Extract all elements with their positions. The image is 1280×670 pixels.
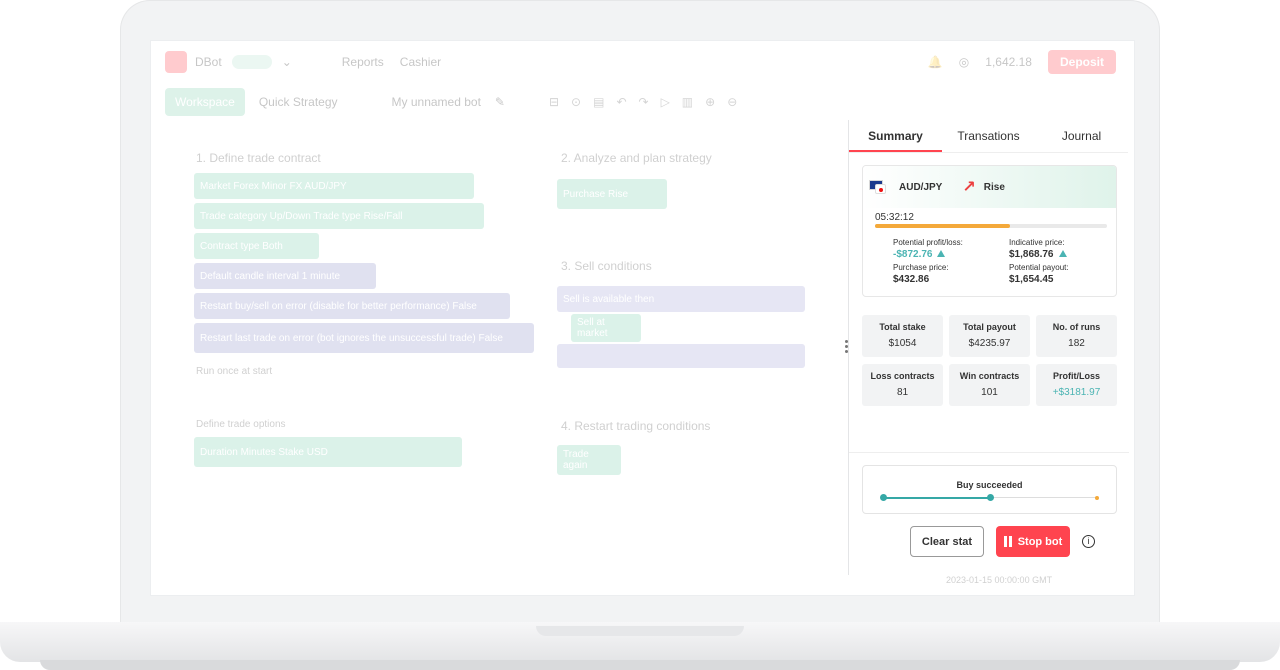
purchase-price-label: Purchase price:: [893, 263, 949, 272]
sell-block-footer: [557, 344, 805, 368]
laptop-notch: [536, 626, 744, 636]
chart-icon[interactable]: ▥: [682, 95, 693, 109]
save-icon[interactable]: ▤: [593, 95, 604, 109]
reset-icon[interactable]: ⊙: [571, 95, 581, 109]
indicative-price-value: $1,868.76: [1009, 249, 1113, 260]
duration-block[interactable]: Duration Minutes Stake USD: [194, 437, 462, 467]
toolbar-icons: ⊟ ⊙ ▤ ↶ ↷ ▷ ▥ ⊕ ⊖: [549, 95, 737, 109]
sell-at-market-block[interactable]: Sell at market: [571, 314, 641, 342]
undo-icon[interactable]: ↶: [616, 95, 626, 109]
tab-journal[interactable]: Journal: [1035, 120, 1128, 152]
block-title-analyze: 2. Analyze and plan strategy: [561, 151, 712, 165]
candle-interval-block[interactable]: Default candle interval 1 minute: [194, 263, 376, 289]
clear-stat-button[interactable]: Clear stat: [910, 526, 984, 557]
globe-icon[interactable]: ◎: [959, 55, 969, 69]
up-triangle-icon: [937, 250, 946, 257]
stats-grid: Total stake $1054 Total payout $4235.97 No…: [862, 315, 1118, 406]
beta-badge: [231, 55, 272, 69]
footer-timestamp: 2023-01-15 00:00:00 GMT: [946, 575, 1053, 585]
bot-name-field[interactable]: My unnamed bot: [392, 95, 481, 109]
rise-arrow-icon: ↗: [962, 179, 976, 196]
workspace-toolbar: Workspace Quick Strategy My unnamed bot …: [165, 87, 737, 117]
block-title-sell: 3. Sell conditions: [561, 259, 652, 273]
status-step-dot: [987, 494, 994, 501]
status-track: [880, 494, 1099, 501]
potential-profit-value: -$872.76: [893, 249, 1009, 260]
dbot-logo-icon: [165, 51, 187, 73]
stat-total-payout: Total payout $4235.97: [949, 315, 1030, 357]
block-title-define-trade: 1. Define trade contract: [196, 151, 321, 165]
block-title-restart: 4. Restart trading conditions: [561, 419, 711, 433]
potential-payout-label: Potential payout:: [1009, 263, 1069, 272]
potential-payout-value: $1,654.45: [1009, 274, 1054, 285]
edit-icon[interactable]: ✎: [495, 95, 505, 109]
purchase-block[interactable]: Purchase Rise: [557, 179, 667, 209]
app-name: DBot: [195, 55, 222, 69]
contract-details: Potential profit/loss: -$872.76 Indicati…: [893, 238, 1113, 285]
restart-on-error-block[interactable]: Restart buy/sell on error (disable for b…: [194, 293, 510, 319]
stat-profit-loss: Profit/Loss +$3181.97: [1036, 364, 1117, 406]
nav-reports[interactable]: Reports: [342, 55, 384, 69]
contract-progress-bar: [875, 224, 1107, 228]
import-icon[interactable]: ⊟: [549, 95, 559, 109]
contract-card[interactable]: AUD/JPY ↗ Rise 05:32:12 Potential profit…: [862, 165, 1117, 297]
potential-profit-label: Potential profit/loss:: [893, 238, 963, 247]
contract-type-block[interactable]: Contract type Both: [194, 233, 319, 259]
balance[interactable]: 1,642.18: [985, 55, 1032, 69]
contract-symbol: AUD/JPY: [899, 181, 943, 193]
deposit-button[interactable]: Deposit: [1047, 50, 1116, 74]
run-icon[interactable]: ▷: [661, 95, 670, 109]
stat-loss-contracts: Loss contracts 81: [862, 364, 943, 406]
purchase-price-value: $432.86: [893, 274, 930, 285]
stat-runs: No. of runs 182: [1036, 315, 1117, 357]
status-step-dot: [1095, 495, 1099, 500]
stat-win-contracts: Win contracts 101: [949, 364, 1030, 406]
run-panel: Summary Transations Journal AUD/JPY ↗ Ri…: [848, 120, 1129, 575]
panel-divider: [849, 452, 1129, 453]
zoom-out-icon[interactable]: ⊖: [727, 95, 737, 109]
aud-jpy-flag-icon: [869, 180, 889, 194]
contract-direction: Rise: [983, 181, 1005, 193]
status-step-dot: [880, 494, 887, 501]
panel-actions: Clear stat Stop bot i: [910, 526, 1095, 557]
stat-total-stake: Total stake $1054: [862, 315, 943, 357]
bot-status-box: Buy succeeded: [862, 465, 1117, 514]
info-icon[interactable]: i: [1082, 535, 1095, 548]
nav-cashier[interactable]: Cashier: [400, 55, 441, 69]
contract-header: AUD/JPY ↗ Rise: [863, 166, 1116, 208]
panel-tabs: Summary Transations Journal: [849, 120, 1128, 153]
market-block[interactable]: Market Forex Minor FX AUD/JPY: [194, 173, 474, 199]
bell-icon[interactable]: 🔔: [928, 55, 943, 69]
zoom-in-icon[interactable]: ⊕: [705, 95, 715, 109]
trade-options-label: Define trade options: [196, 419, 286, 430]
quick-strategy-button[interactable]: Quick Strategy: [259, 95, 338, 109]
run-once-label: Run once at start: [196, 366, 273, 377]
tab-transactions[interactable]: Transations: [942, 120, 1035, 152]
redo-icon[interactable]: ↷: [639, 95, 649, 109]
stop-bot-button[interactable]: Stop bot: [996, 526, 1070, 557]
trade-type-block[interactable]: Trade category Up/Down Trade type Rise/F…: [194, 203, 484, 229]
top-bar: DBot ⌄ Reports Cashier 🔔 ◎ 1,642.18 Depo…: [151, 41, 1134, 83]
restart-last-trade-block[interactable]: Restart last trade on error (bot ignores…: [194, 323, 534, 353]
sell-available-block[interactable]: Sell is available then: [557, 286, 805, 312]
chevron-down-icon[interactable]: ⌄: [282, 55, 292, 69]
contract-timer: 05:32:12: [875, 212, 914, 223]
trade-again-block[interactable]: Trade again: [557, 445, 621, 475]
pause-icon: [1003, 536, 1012, 547]
indicative-price-label: Indicative price:: [1009, 238, 1065, 247]
laptop-foot: [40, 660, 1240, 670]
workspace-button[interactable]: Workspace: [165, 88, 245, 116]
tab-summary[interactable]: Summary: [849, 120, 942, 152]
up-triangle-icon: [1058, 250, 1067, 257]
contract-progress-fill: [875, 224, 1010, 228]
bot-status-text: Buy succeeded: [956, 480, 1023, 490]
